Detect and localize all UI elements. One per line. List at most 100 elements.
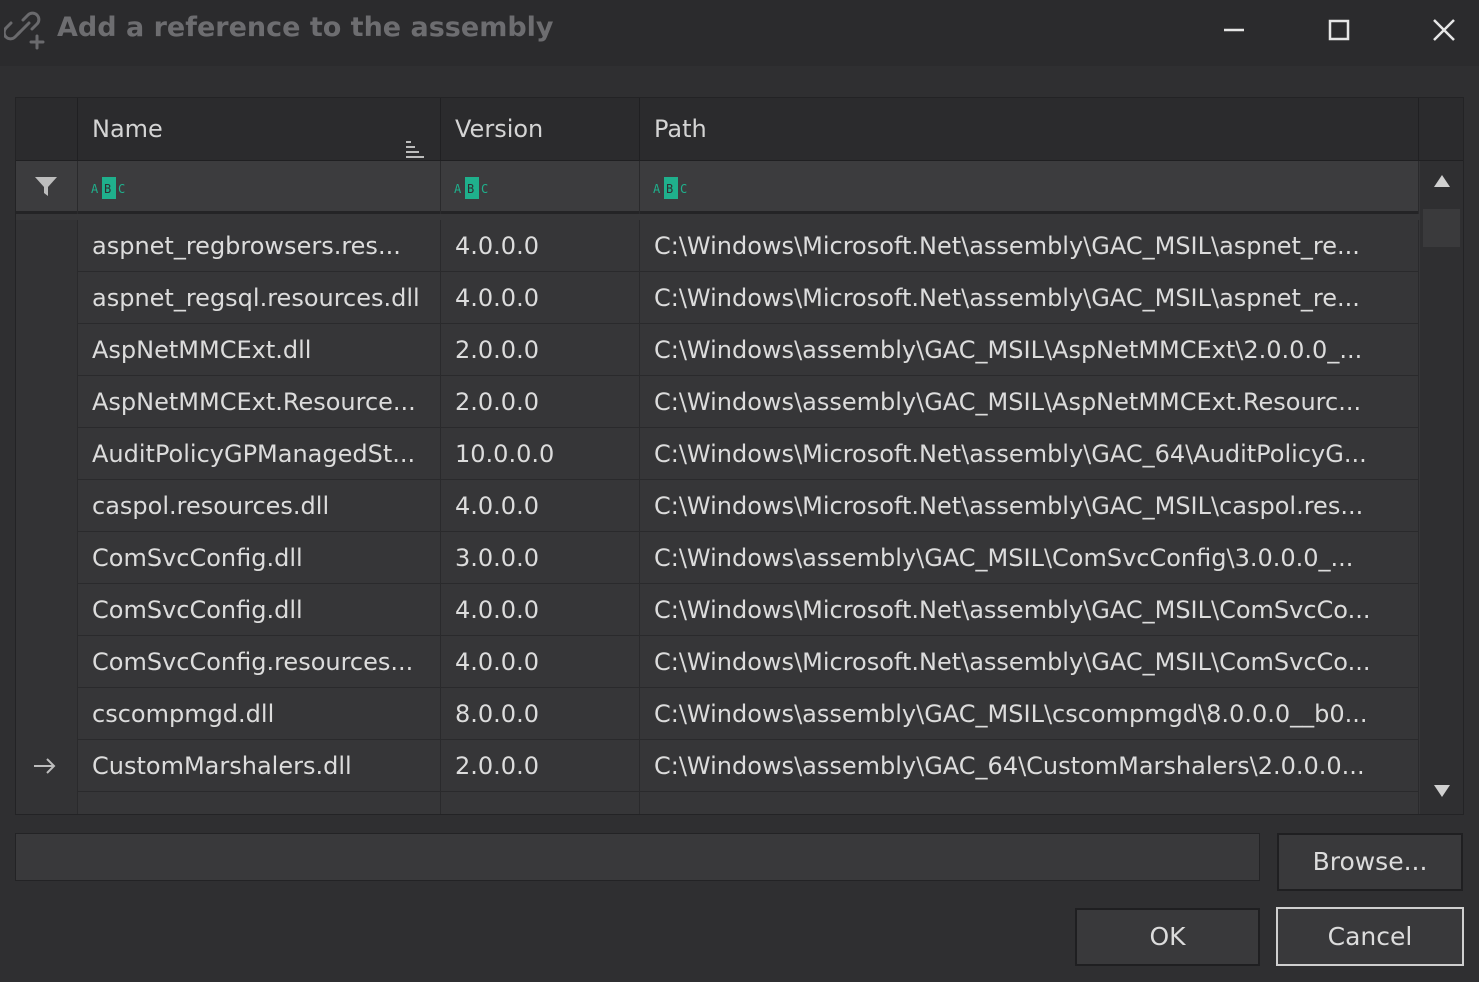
indicator-header [16,98,78,161]
assembly-path-input[interactable] [15,833,1260,881]
svg-text:C: C [680,182,687,196]
row-indicator [16,428,78,480]
cell-version: 2.0.0.0 [441,740,640,792]
svg-text:C: C [118,182,125,196]
cell-version: 3.0.0.0 [441,532,640,584]
table-row-partial[interactable] [16,792,1419,814]
row-indicator [16,532,78,584]
close-button[interactable] [1421,8,1467,52]
row-indicator [16,272,78,324]
filter-indicator-cell[interactable] [16,161,78,214]
cell-path: C:\Windows\Microsoft.Net\assembly\GAC_64… [640,428,1419,480]
table-row[interactable]: cscompmgd.dll 8.0.0.0 C:\Windows\assembl… [16,688,1419,740]
column-header-version-label: Version [455,115,544,143]
scroll-up-arrow-icon[interactable] [1432,173,1452,189]
cell-path: C:\Windows\assembly\GAC_MSIL\AspNetMMCEx… [640,376,1419,428]
table-row[interactable]: caspol.resources.dll 4.0.0.0 C:\Windows\… [16,480,1419,532]
cell-path: C:\Windows\assembly\GAC_64\CustomMarshal… [640,740,1419,792]
svg-text:A: A [91,182,99,196]
browse-button[interactable]: Browse... [1277,833,1463,891]
column-header-name[interactable]: Name [78,98,441,161]
cell-version: 4.0.0.0 [441,272,640,324]
cell-version: 2.0.0.0 [441,376,640,428]
cell-version: 4.0.0.0 [441,584,640,636]
table-row[interactable]: AspNetMMCExt.Resource... 2.0.0.0 C:\Wind… [16,376,1419,428]
funnel-icon [34,176,58,198]
sort-ascending-icon [404,120,426,158]
window-title: Add a reference to the assembly [57,12,554,43]
cell-version: 4.0.0.0 [441,636,640,688]
cell-path: C:\Windows\Microsoft.Net\assembly\GAC_MS… [640,272,1419,324]
table-row[interactable]: aspnet_regsql.resources.dll 4.0.0.0 C:\W… [16,272,1419,324]
vertical-scrollbar[interactable] [1420,161,1463,814]
svg-text:C: C [481,182,488,196]
auto-filter-row: ABC ABC ABC [16,161,1419,214]
title-bar: Add a reference to the assembly [0,0,1479,66]
assembly-grid: Name Version Path ABC ABC A B C aspnet_r… [15,97,1464,815]
filter-cell-version[interactable]: ABC [441,161,640,214]
cell-name: cscompmgd.dll [78,688,441,740]
minimize-button[interactable] [1211,8,1257,52]
cell-path [640,792,1419,814]
table-row[interactable]: aspnet_regbrowsers.res... 4.0.0.0 C:\Win… [16,220,1419,272]
cell-name: caspol.resources.dll [78,480,441,532]
cell-version: 4.0.0.0 [441,480,640,532]
cell-name: AspNetMMCExt.dll [78,324,441,376]
cell-name: ComSvcConfig.resources... [78,636,441,688]
cancel-button[interactable]: Cancel [1276,907,1464,966]
filter-cell-path[interactable]: ABC [640,161,1419,214]
svg-text:B: B [467,182,474,196]
row-indicator [16,220,78,272]
minimize-icon [1224,28,1244,32]
cell-path: C:\Windows\assembly\GAC_MSIL\ComSvcConfi… [640,532,1419,584]
cell-version: 4.0.0.0 [441,220,640,272]
svg-text:A: A [653,182,661,196]
abc-text-filter-icon: ABC [652,176,692,200]
row-indicator [16,584,78,636]
abc-text-filter-icon: ABC [90,176,130,200]
link-add-icon [2,8,46,50]
scroll-down-arrow-icon[interactable] [1432,783,1452,799]
cell-name: ComSvcConfig.dll [78,584,441,636]
column-header-version[interactable]: Version [441,98,640,161]
scrollbar-thumb[interactable] [1423,209,1460,247]
close-icon [1433,19,1455,41]
row-indicator [16,480,78,532]
table-row[interactable]: ComSvcConfig.dll 4.0.0.0 C:\Windows\Micr… [16,584,1419,636]
ok-button[interactable]: OK [1075,908,1260,966]
filter-cell-name[interactable]: ABC [78,161,441,214]
svg-text:B: B [666,182,673,196]
svg-text:B: B [104,182,111,196]
table-row[interactable]: ComSvcConfig.dll 3.0.0.0 C:\Windows\asse… [16,532,1419,584]
row-indicator [16,740,78,792]
column-header-path[interactable]: Path [640,98,1419,161]
maximize-icon [1328,19,1350,41]
cell-name: AspNetMMCExt.Resource... [78,376,441,428]
cell-name [78,792,441,814]
cell-name: ComSvcConfig.dll [78,532,441,584]
cell-version: 2.0.0.0 [441,324,640,376]
table-row[interactable]: AuditPolicyGPManagedSt... 10.0.0.0 C:\Wi… [16,428,1419,480]
cell-name: aspnet_regsql.resources.dll [78,272,441,324]
table-row[interactable]: CustomMarshalers.dll 2.0.0.0 C:\Windows\… [16,740,1419,792]
svg-text:A: A [454,182,462,196]
column-header-path-label: Path [654,115,707,143]
table-row[interactable]: ComSvcConfig.resources... 4.0.0.0 C:\Win… [16,636,1419,688]
cell-name: aspnet_regbrowsers.res... [78,220,441,272]
abc-text-filter-icon: ABC [453,176,493,200]
cell-path: C:\Windows\Microsoft.Net\assembly\GAC_MS… [640,480,1419,532]
cell-path: C:\Windows\Microsoft.Net\assembly\GAC_MS… [640,636,1419,688]
cell-path: C:\Windows\assembly\GAC_MSIL\AspNetMMCEx… [640,324,1419,376]
cell-name: CustomMarshalers.dll [78,740,441,792]
row-indicator [16,792,78,814]
table-row[interactable]: AspNetMMCExt.dll 2.0.0.0 C:\Windows\asse… [16,324,1419,376]
cell-name: AuditPolicyGPManagedSt... [78,428,441,480]
row-indicator [16,324,78,376]
maximize-button[interactable] [1316,8,1362,52]
header-corner [1419,98,1463,161]
current-row-arrow-icon [34,758,56,774]
row-indicator [16,376,78,428]
cell-path: C:\Windows\assembly\GAC_MSIL\cscompmgd\8… [640,688,1419,740]
grid-header: Name Version Path [16,98,1463,161]
cell-version [441,792,640,814]
